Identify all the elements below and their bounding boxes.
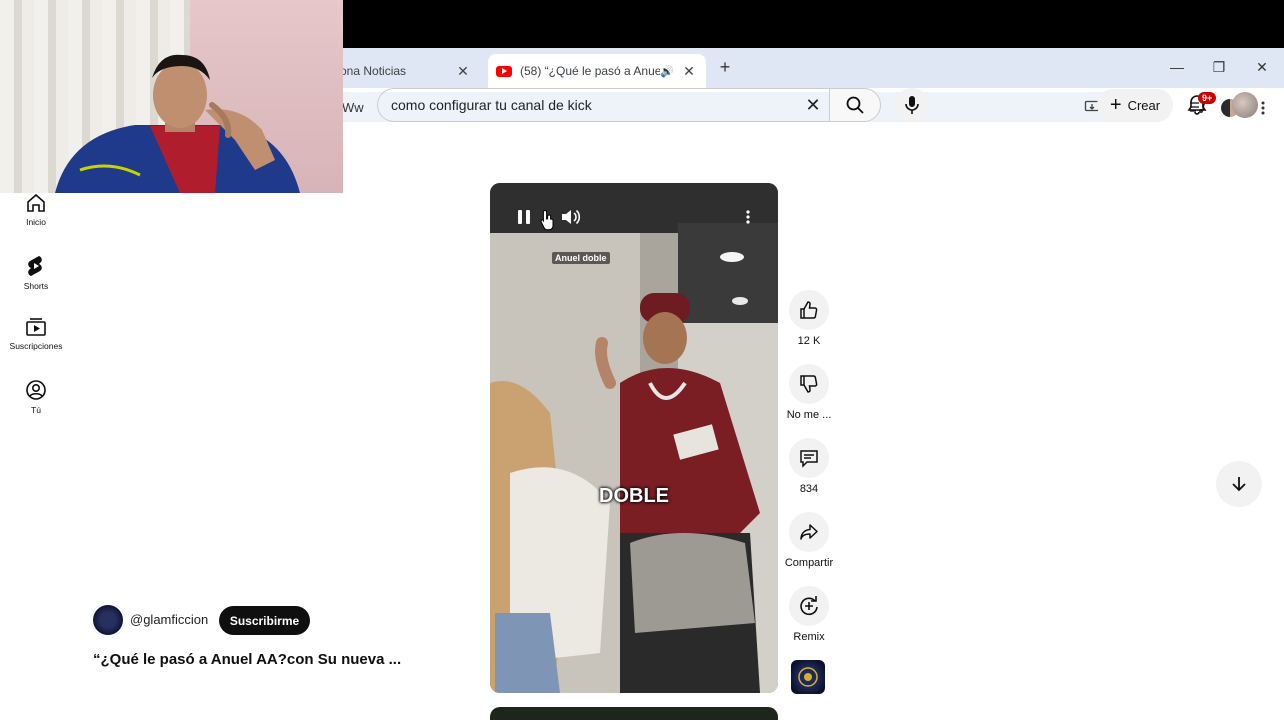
dislike-button[interactable] xyxy=(789,364,829,404)
more-vertical-icon xyxy=(746,210,750,224)
video-frame xyxy=(490,183,778,693)
account-avatar[interactable] xyxy=(1232,92,1258,118)
window-close-button[interactable]: ✕ xyxy=(1249,56,1275,78)
tab-youtube[interactable]: (58) “¿Qué le pasó a Anuel A 🔊 ✕ xyxy=(488,54,706,88)
like-action[interactable]: 12 K xyxy=(781,290,837,347)
more-options-button[interactable] xyxy=(735,204,761,230)
thumbs-down-icon xyxy=(800,375,818,393)
tab-noticias[interactable]: ona Noticias ✕ xyxy=(330,54,480,88)
streamer-figure xyxy=(55,54,300,193)
thumbs-up-icon xyxy=(800,301,818,319)
webcam-overlay xyxy=(0,0,343,193)
tab-title: (58) “¿Qué le pasó a Anuel A xyxy=(520,64,661,78)
you-icon xyxy=(26,380,46,400)
sidebar-item-label: Tú xyxy=(31,405,41,415)
new-tab-button[interactable]: + xyxy=(714,56,736,78)
create-label: Crear xyxy=(1127,97,1161,113)
channel-avatar[interactable] xyxy=(93,605,123,635)
channel-logo-icon xyxy=(798,667,818,687)
cursor-hand-icon xyxy=(540,209,554,231)
pause-icon xyxy=(518,210,530,224)
clear-search-icon[interactable]: ✕ xyxy=(803,95,823,115)
comments-action[interactable]: 834 xyxy=(781,438,837,495)
address-text: Ww xyxy=(342,99,364,115)
volume-icon xyxy=(562,209,581,225)
search-icon xyxy=(846,96,864,114)
volume-button[interactable] xyxy=(558,204,584,230)
search-query: como configurar tu canal de kick xyxy=(391,97,592,113)
share-button[interactable] xyxy=(789,512,829,552)
pause-button[interactable] xyxy=(511,204,537,230)
youtube-favicon-icon xyxy=(496,65,512,77)
short-video-player[interactable]: Anuel doble DOBLE xyxy=(490,183,778,693)
dislike-action[interactable]: No me ... xyxy=(781,364,837,421)
subscriptions-icon xyxy=(26,318,46,336)
sidebar-item-suscripciones[interactable]: Suscripciones xyxy=(0,317,72,351)
home-icon xyxy=(27,193,45,212)
sidebar-item-inicio[interactable]: Inicio xyxy=(0,193,72,227)
subscribe-button[interactable]: Suscribirme xyxy=(219,606,310,635)
next-video-button[interactable] xyxy=(1216,461,1262,507)
shorts-icon xyxy=(28,256,42,276)
tab-close-icon[interactable]: ✕ xyxy=(680,62,698,80)
sound-source-thumbnail[interactable] xyxy=(791,660,825,694)
search-input[interactable]: como configurar tu canal de kick ✕ xyxy=(377,88,829,122)
sidebar-item-shorts[interactable]: Shorts xyxy=(0,255,72,291)
arrow-down-icon xyxy=(1232,477,1246,492)
dislike-label: No me ... xyxy=(786,409,832,421)
remix-icon xyxy=(800,596,818,616)
sidebar-item-label: Inicio xyxy=(26,217,46,227)
sidebar-item-label: Suscripciones xyxy=(9,341,63,351)
microphone-icon xyxy=(905,96,919,114)
share-icon xyxy=(800,524,818,540)
share-action[interactable]: Compartir xyxy=(781,512,837,569)
remix-button[interactable] xyxy=(789,586,829,626)
remix-action[interactable]: Remix xyxy=(781,586,837,643)
comment-icon xyxy=(800,450,818,468)
comment-count: 834 xyxy=(799,483,819,495)
sidebar-item-tu[interactable]: Tú xyxy=(0,379,72,415)
video-title[interactable]: “¿Qué le pasó a Anuel AA?con Su nueva ..… xyxy=(93,651,401,668)
next-short-preview[interactable] xyxy=(490,707,778,720)
share-label: Compartir xyxy=(784,557,834,569)
sidebar-item-label: Shorts xyxy=(23,281,49,291)
minimize-button[interactable]: — xyxy=(1164,56,1190,78)
tab-title: ona Noticias xyxy=(340,64,407,78)
tab-close-icon[interactable]: ✕ xyxy=(454,62,472,80)
notification-count-badge: 9+ xyxy=(1198,92,1217,104)
video-caption: DOBLE xyxy=(599,485,669,507)
create-button[interactable]: + Crear xyxy=(1097,89,1173,121)
plus-icon: + xyxy=(1109,94,1122,116)
like-button[interactable] xyxy=(789,290,829,330)
audio-playing-icon[interactable]: 🔊 xyxy=(660,65,674,78)
remix-label: Remix xyxy=(793,631,825,643)
video-overlay-label: Anuel doble xyxy=(552,252,610,264)
like-count: 12 K xyxy=(797,335,821,347)
search-button[interactable] xyxy=(829,88,881,122)
comments-button[interactable] xyxy=(789,438,829,478)
channel-handle[interactable]: @glamficcion xyxy=(130,612,208,627)
restore-button[interactable]: ❐ xyxy=(1206,56,1232,78)
voice-search-button[interactable] xyxy=(895,88,929,122)
